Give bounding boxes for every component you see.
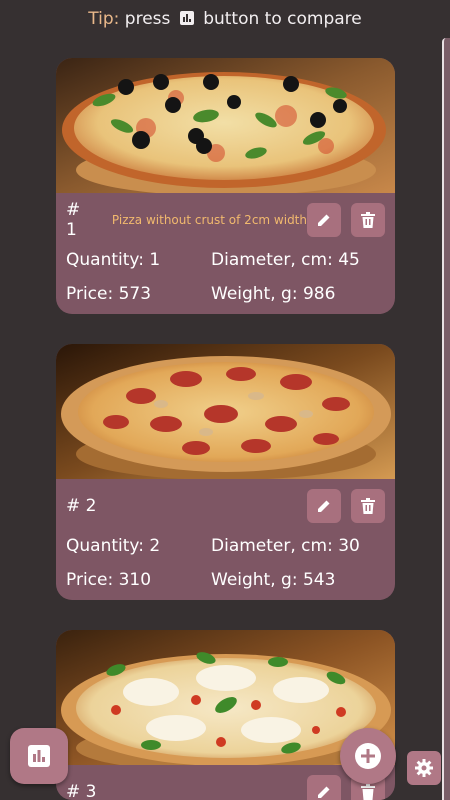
edit-button[interactable]	[307, 489, 341, 523]
delete-button[interactable]	[351, 489, 385, 523]
pizza-photo-1	[56, 58, 395, 193]
bar-chart-icon	[28, 745, 50, 767]
trash-icon	[361, 498, 375, 514]
edit-button[interactable]	[307, 775, 341, 800]
quantity-value: Quantity: 2	[66, 536, 161, 556]
add-pizza-button[interactable]	[340, 728, 396, 784]
price-value: Price: 310	[66, 570, 152, 590]
pencil-icon	[318, 214, 330, 226]
pizza-number: # 2	[66, 496, 97, 516]
price-value: Price: 573	[66, 284, 152, 304]
pencil-icon	[318, 500, 330, 512]
pizza-note: Pizza without crust of 2cm width	[111, 213, 307, 227]
tip-text-before: press	[124, 9, 171, 29]
diameter-value: Diameter, cm: 30	[211, 536, 360, 556]
compare-button[interactable]	[10, 728, 68, 784]
pizza-number: # 1	[66, 200, 81, 240]
weight-value: Weight, g: 543	[211, 570, 336, 590]
gear-icon	[415, 759, 433, 777]
card-header-2: # 2	[66, 488, 385, 524]
diameter-value: Diameter, cm: 45	[211, 250, 360, 270]
weight-value: Weight, g: 986	[211, 284, 336, 304]
scrollbar[interactable]	[442, 38, 450, 800]
card-header-3: # 3	[66, 774, 385, 800]
pizza-card-3: # 3	[56, 630, 395, 800]
tip-label: Tip:	[88, 9, 120, 29]
pencil-icon	[318, 786, 330, 798]
tip-text-after: button to compare	[203, 9, 362, 29]
delete-button[interactable]	[351, 203, 385, 237]
trash-icon	[361, 784, 375, 800]
bar-chart-icon	[179, 11, 194, 25]
card-header-1: # 1 Pizza without crust of 2cm width	[66, 200, 385, 240]
pizza-card-1: # 1 Pizza without crust of 2cm width Qua…	[56, 58, 395, 314]
compare-tip: Tip: press button to compare	[0, 9, 450, 29]
edit-button[interactable]	[307, 203, 341, 237]
plus-icon	[355, 743, 381, 769]
settings-button[interactable]	[407, 751, 441, 785]
pizza-photo-2	[56, 344, 395, 479]
trash-icon	[361, 212, 375, 228]
pizza-number: # 3	[66, 782, 97, 800]
pizza-card-2: # 2 Quantity: 2 Diameter, cm: 30 Price: …	[56, 344, 395, 600]
quantity-value: Quantity: 1	[66, 250, 161, 270]
